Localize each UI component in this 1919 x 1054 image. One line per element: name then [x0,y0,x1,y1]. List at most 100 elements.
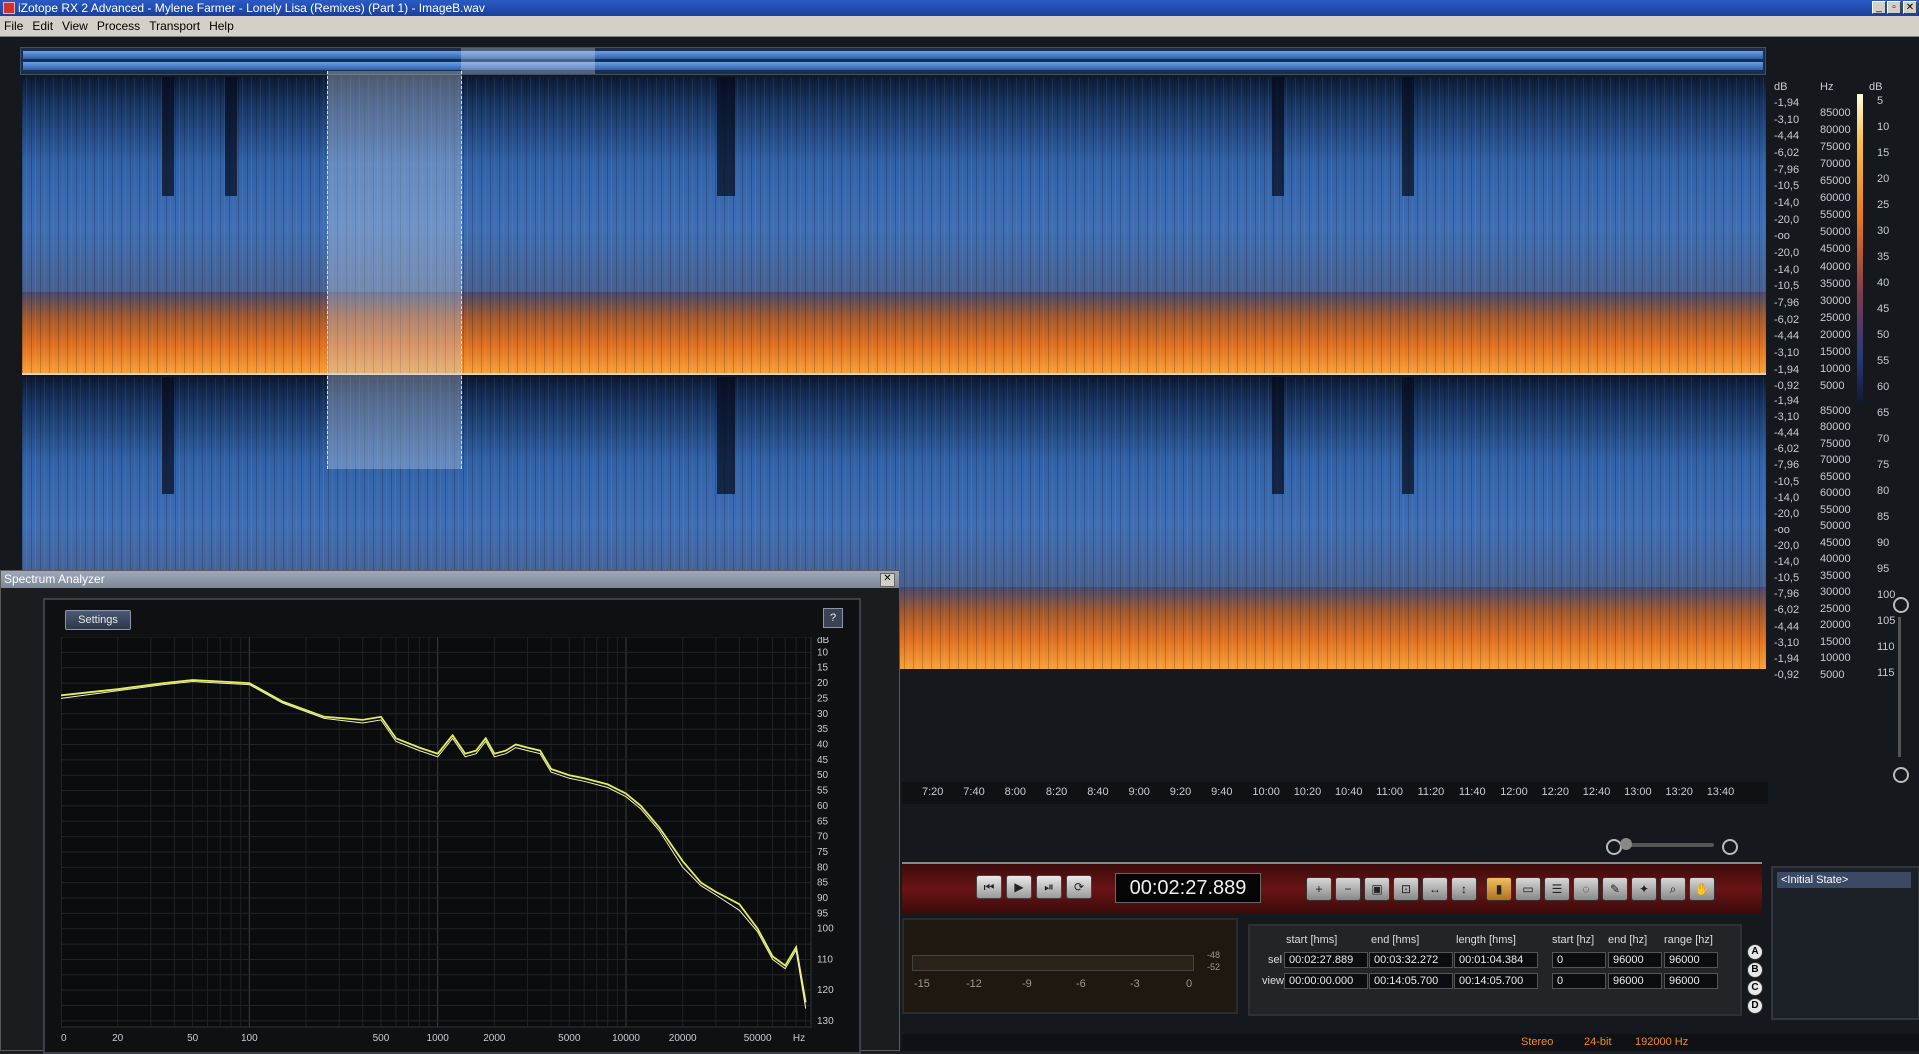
x-tick-label: 10 [61,1033,67,1044]
hz-tick: 20000 [1820,328,1851,341]
freq-zoom-slider[interactable] [1898,617,1901,757]
db-tick: -3,10 [1774,411,1800,424]
x-tick-label: 20000 [669,1033,697,1044]
hz-tick: 15000 [1820,345,1851,358]
color-scale-label: dB [1869,81,1883,93]
hz-tick: 25000 [1820,311,1851,324]
menu-edit[interactable]: Edit [28,16,58,33]
sel-start-hz-field[interactable]: 0 [1552,952,1606,968]
view-end-hz-field[interactable]: 96000 [1608,973,1662,989]
color-scale-tick: 45 [1877,303,1890,315]
hand-icon[interactable]: ✋ [1689,877,1715,901]
db-tick: -3,10 [1774,636,1800,649]
zoom-out-icon[interactable]: − [1335,877,1361,901]
timeline-ruler[interactable]: 7:20 7:40 8:00 8:20 8:40 9:00 9:20 9:40 10:00 10:… [902,782,1768,804]
play-icon[interactable]: ▶ [1006,875,1032,899]
row-label-view: view [1262,975,1285,987]
view-start-hz-field[interactable]: 0 [1552,973,1606,989]
help-button[interactable]: ? [823,608,843,628]
sel-start-field[interactable]: 00:02:27.889 [1284,952,1368,968]
view-end-field[interactable]: 00:14:05.700 [1369,973,1453,989]
timeline-tick: 11:00 [1376,786,1404,798]
timeline-tick: 11:20 [1417,786,1445,798]
spectrogram-channel-left[interactable] [22,77,1766,375]
y-tick-label: 55 [817,786,829,797]
wand-icon[interactable]: ✦ [1631,877,1657,901]
snapshot-d-button[interactable]: D [1747,998,1763,1014]
db-tick: -1,94 [1774,97,1800,109]
db-tick: -1,94 [1774,652,1800,665]
overview-selection[interactable] [461,48,595,74]
zoom-in-icon[interactable]: + [1306,877,1332,901]
menu-process[interactable]: Process [93,16,145,33]
color-scale-tick: 15 [1877,147,1890,159]
history-item[interactable]: <Initial State> [1777,872,1911,888]
plot-area [61,637,812,1028]
zoom-out-freq-icon[interactable] [1893,767,1909,783]
timeline-tick: 10:40 [1335,786,1363,798]
rect-select-icon[interactable]: ▭ [1515,877,1541,901]
sel-end-hz-field[interactable]: 96000 [1608,952,1662,968]
freq-select-icon[interactable]: ☰ [1544,877,1570,901]
time-selection[interactable] [327,71,462,469]
time-select-icon[interactable]: ▮ [1486,877,1512,901]
settings-button[interactable]: Settings [65,610,131,630]
minimize-button[interactable]: _ [1872,1,1886,14]
x-tick-label: 10000 [612,1033,640,1044]
x-tick-label: 5000 [558,1033,581,1044]
zoom-in-time-icon[interactable] [1722,839,1738,855]
y-tick-label: 30 [817,709,829,720]
spectrum-analyzer-close-icon[interactable]: ✕ [880,573,895,587]
menu-file[interactable]: File [0,16,28,33]
timeline-tick: 11:40 [1458,786,1486,798]
zoom-in-freq-icon[interactable] [1893,597,1909,613]
zoom-selection-icon[interactable]: ▣ [1364,877,1390,901]
spectrum-analyzer-title[interactable]: Spectrum Analyzer [1,571,899,588]
view-range-hz-field[interactable]: 96000 [1664,973,1718,989]
y-tick-label: 90 [817,893,829,904]
db-tick: -10,5 [1774,180,1800,193]
menu-help[interactable]: Help [205,16,239,33]
db-scale: dB -1,94 -3,10 -4,44 -6,02 -7,96 -10,5 -14,0 -2… [1772,77,1812,681]
brush-icon[interactable]: ✎ [1602,877,1628,901]
color-scale-tick: 60 [1877,381,1890,393]
time-zoom-handle[interactable] [1620,838,1632,850]
timeline-tick: 13:40 [1706,786,1735,798]
play-selection-icon[interactable]: ⏯ [1036,875,1062,899]
restore-button[interactable]: ▫ [1887,1,1901,14]
hz-tick: 35000 [1820,277,1851,290]
menu-transport[interactable]: Transport [145,16,205,33]
sel-length-field[interactable]: 00:01:04.384 [1454,952,1538,968]
timeline-tick: 10:00 [1252,786,1280,798]
hz-tick: 15000 [1820,635,1851,648]
time-zoom-slider[interactable] [1624,843,1714,847]
sel-end-field[interactable]: 00:03:32.272 [1369,952,1453,968]
snapshot-c-button[interactable]: C [1747,980,1763,996]
hz-tick: 35000 [1820,569,1851,582]
snapshot-b-button[interactable]: B [1747,962,1763,978]
color-scale-tick: 20 [1877,173,1890,185]
db-tick: -4,44 [1774,427,1800,440]
y-tick-label: 15 [817,663,829,674]
close-button[interactable]: ✕ [1903,1,1917,14]
view-length-field[interactable]: 00:14:05.700 [1454,973,1538,989]
zoom-time-icon[interactable]: ↔ [1422,877,1448,901]
sel-range-hz-field[interactable]: 96000 [1664,952,1718,968]
waveform-overview[interactable] [20,47,1766,75]
color-scale-tick: 100 [1877,589,1896,601]
y-tick-label: 70 [817,832,829,843]
db-tick: -1,94 [1774,395,1800,407]
loop-icon[interactable]: ⟳ [1066,875,1092,899]
magnify-icon[interactable]: ⌕ [1660,877,1686,901]
y-tick-label: 95 [817,908,829,919]
zoom-fit-icon[interactable]: ⊡ [1393,877,1419,901]
snapshot-a-button[interactable]: A [1747,944,1763,960]
skip-back-icon[interactable]: ⏮ [976,875,1002,899]
zoom-freq-icon[interactable]: ↕ [1451,877,1477,901]
menu-view[interactable]: View [58,16,93,33]
title-bar: iZotope RX 2 Advanced - Mylene Farmer - … [0,0,1919,16]
lasso-icon[interactable]: ◌ [1573,877,1599,901]
hz-tick: 50000 [1820,520,1851,533]
view-start-field[interactable]: 00:00:00.000 [1284,973,1368,989]
y-tick-label: 80 [817,862,829,873]
